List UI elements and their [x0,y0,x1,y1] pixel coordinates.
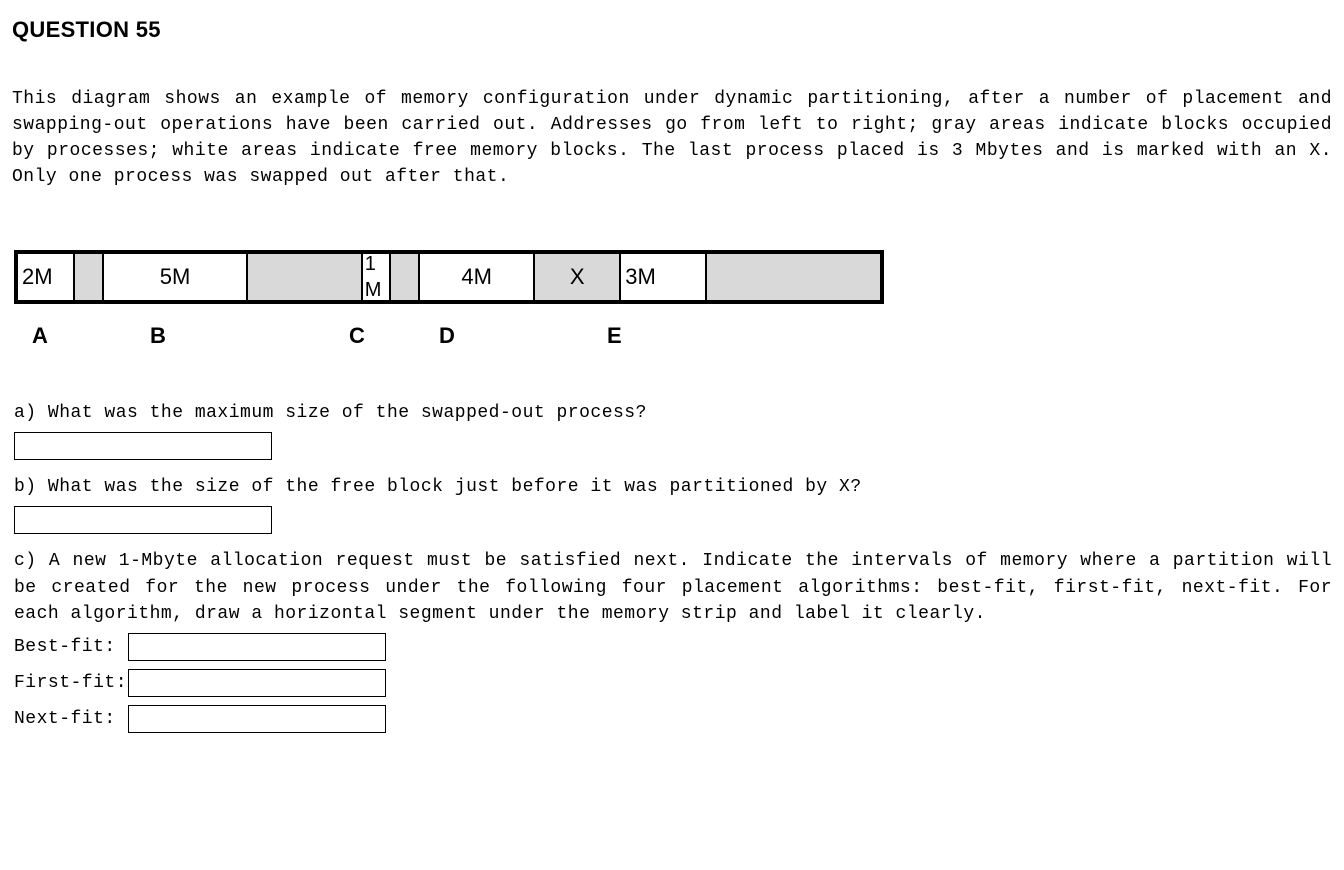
next-fit-label: Next-fit: [14,706,128,732]
marker-b: B [150,320,166,352]
question-a: a) What was the maximum size of the swap… [14,400,1332,426]
marker-c: C [349,320,365,352]
answer-a-input[interactable] [14,432,272,460]
occupied-block: X [535,254,621,300]
occupied-block [391,254,420,300]
question-title: QUESTION 55 [12,14,1332,46]
free-block: 1M [363,254,392,300]
free-block: 3M [621,254,707,300]
free-block: 4M [420,254,535,300]
question-description: This diagram shows an example of memory … [12,86,1332,190]
first-fit-input[interactable] [128,669,386,697]
next-fit-input[interactable] [128,705,386,733]
question-b: b) What was the size of the free block j… [14,474,1332,500]
memory-markers: A B C D E [14,320,884,350]
first-fit-label: First-fit: [14,670,128,696]
memory-diagram: 2M 5M 1M 4MX3M A B C D E [14,250,1332,350]
occupied-block [75,254,104,300]
marker-a: A [32,320,48,352]
occupied-block [707,254,879,300]
occupied-block [248,254,363,300]
answer-b-input[interactable] [14,506,272,534]
question-c: c) A new 1-Mbyte allocation request must… [14,548,1332,626]
best-fit-label: Best-fit: [14,634,128,660]
marker-e: E [607,320,622,352]
best-fit-input[interactable] [128,633,386,661]
marker-d: D [439,320,455,352]
memory-strip: 2M 5M 1M 4MX3M [14,250,884,304]
free-block: 2M [18,254,75,300]
free-block: 5M [104,254,248,300]
